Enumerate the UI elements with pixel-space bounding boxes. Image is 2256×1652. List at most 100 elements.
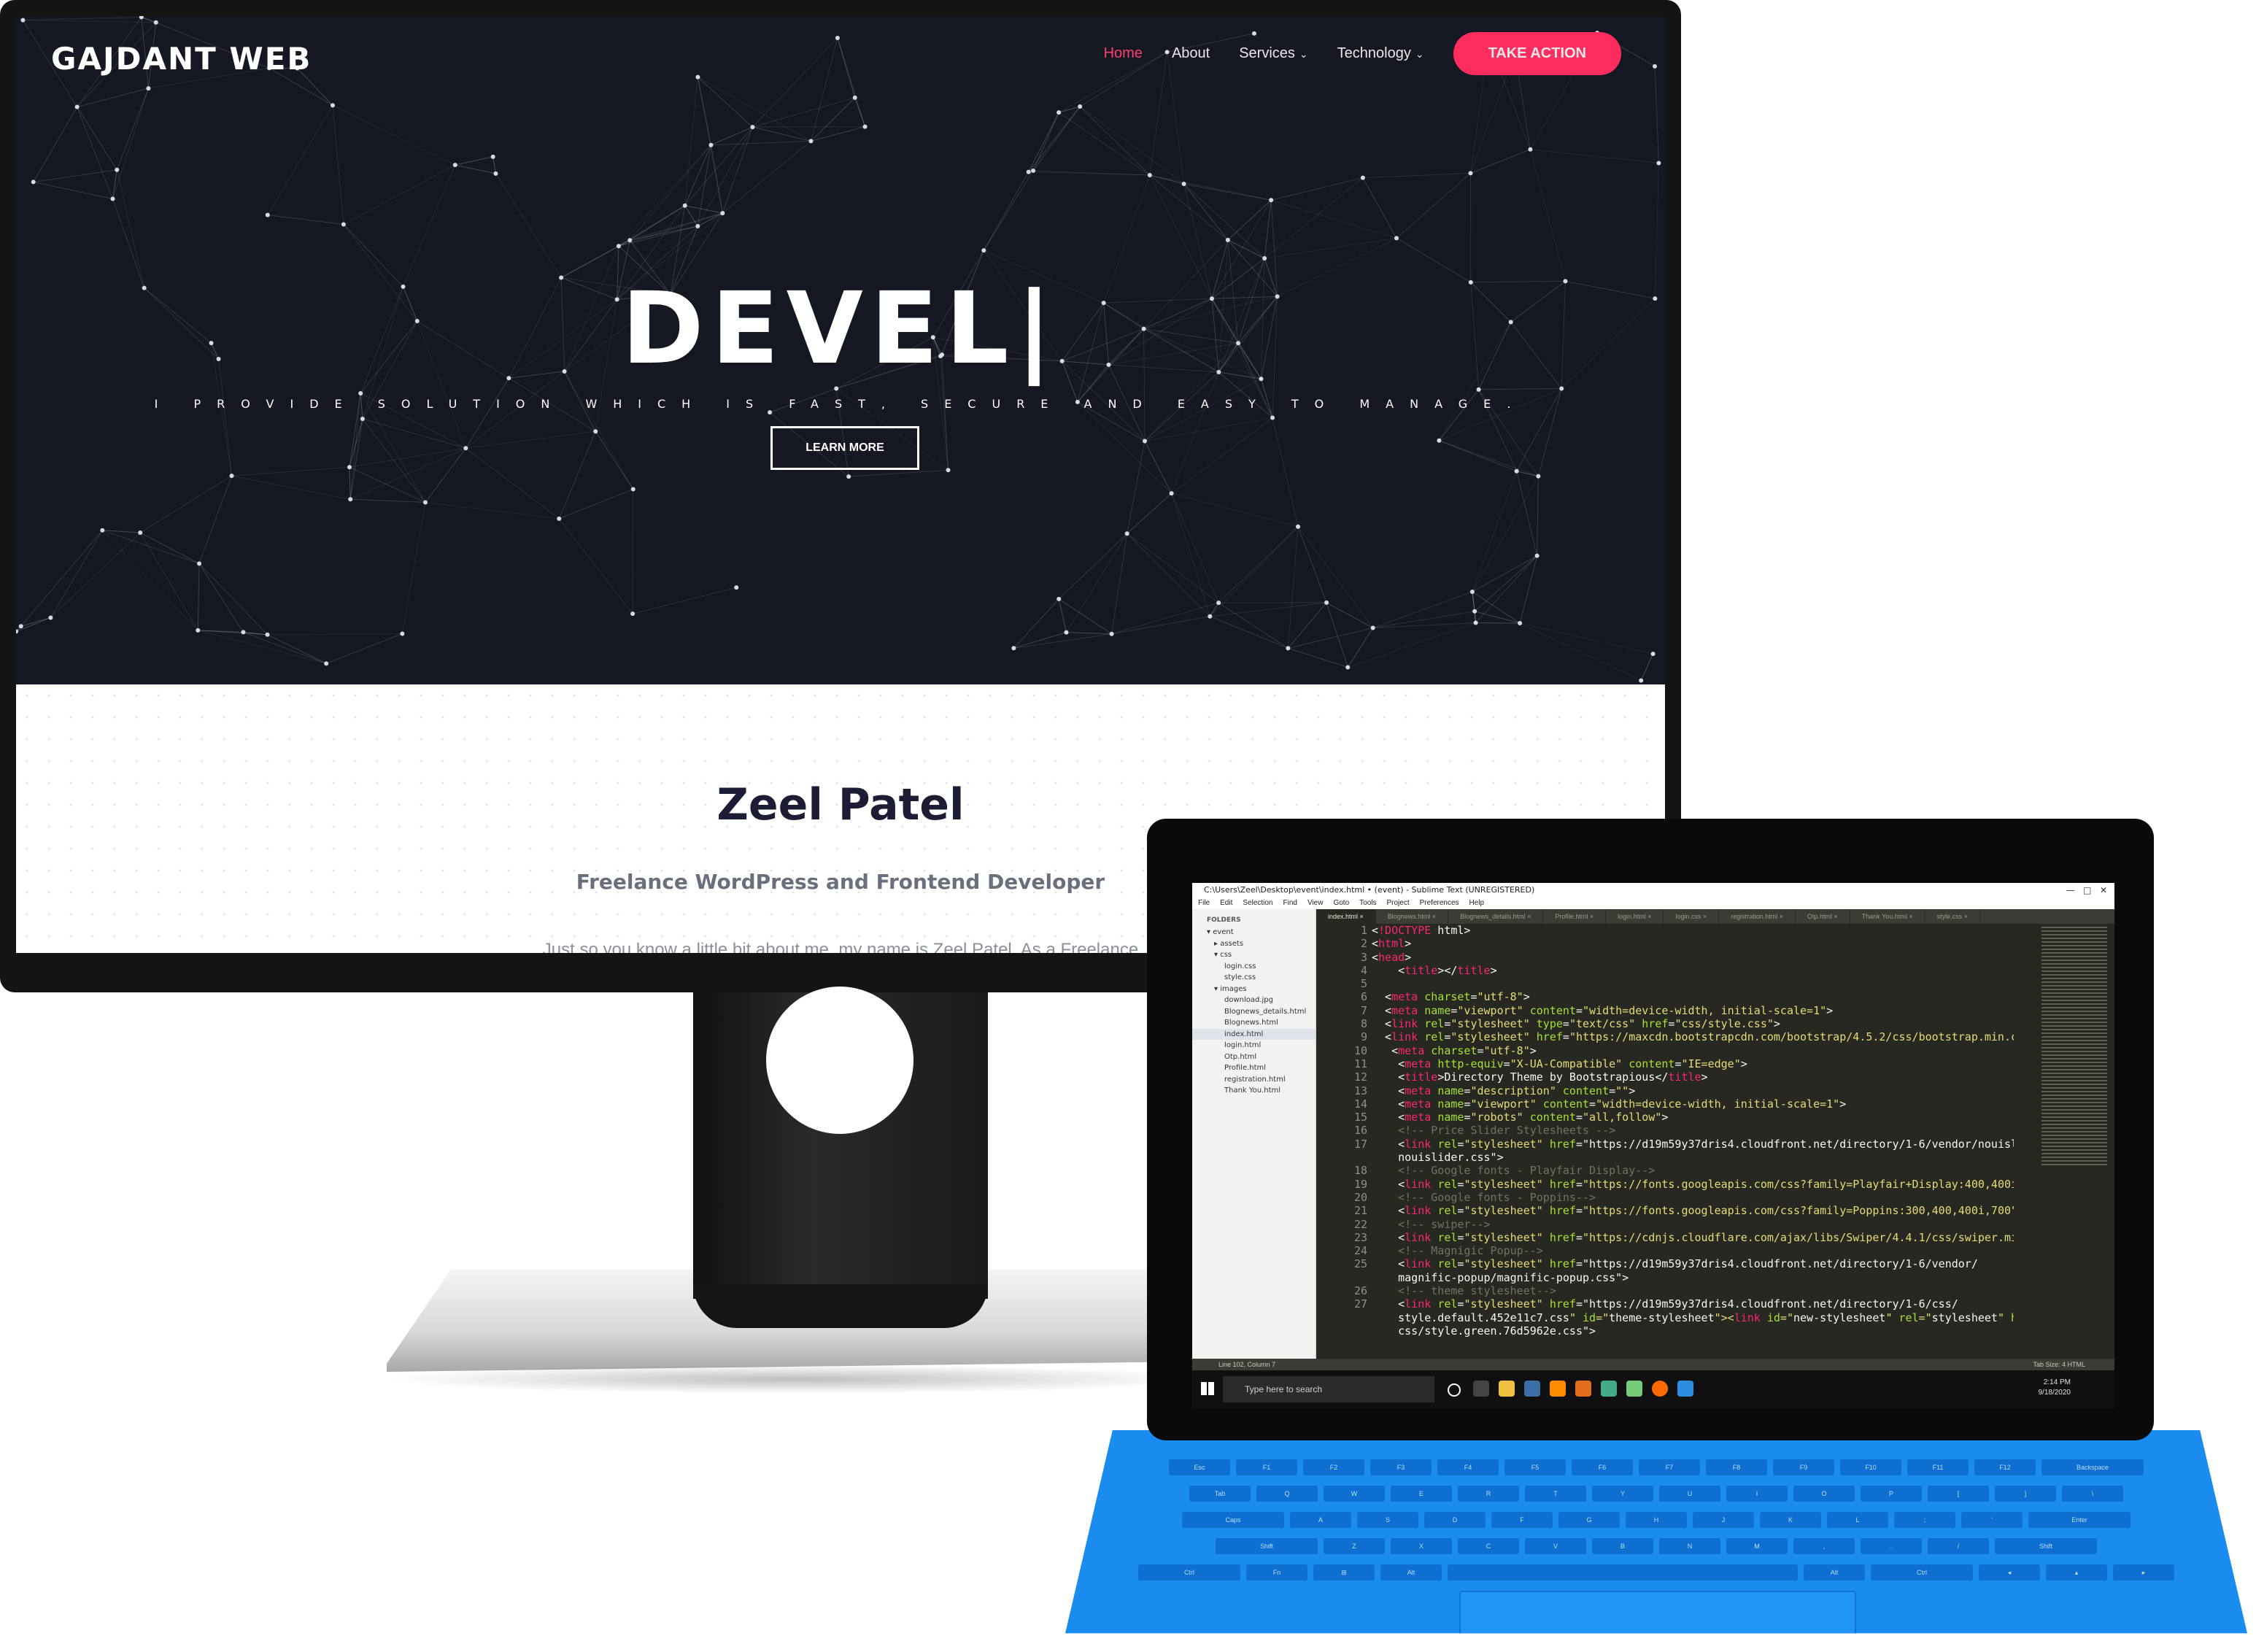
app-icon[interactable] <box>1677 1381 1693 1397</box>
menu-item[interactable]: Tools <box>1359 898 1376 909</box>
file-tree-item[interactable]: style.css <box>1192 972 1316 984</box>
keyboard-key[interactable]: T <box>1525 1486 1586 1502</box>
firefox-icon[interactable] <box>1652 1381 1668 1397</box>
keyboard-key[interactable]: F5 <box>1504 1459 1566 1475</box>
keyboard-key[interactable]: F10 <box>1840 1459 1901 1475</box>
keyboard-key[interactable]: F6 <box>1572 1459 1633 1475</box>
keyboard-key[interactable]: W <box>1324 1486 1385 1502</box>
editor-tab[interactable]: Profile.html × <box>1543 909 1606 924</box>
menu-item[interactable]: Selection <box>1243 898 1272 909</box>
keyboard-key[interactable]: . <box>1861 1538 1922 1554</box>
keyboard-key[interactable] <box>1448 1564 1798 1580</box>
keyboard-key[interactable]: ⊞ <box>1313 1564 1375 1580</box>
taskbar-search[interactable]: Type here to search <box>1223 1376 1434 1402</box>
sublime-text-icon[interactable] <box>1575 1381 1591 1397</box>
keyboard-key[interactable]: Fn <box>1246 1564 1307 1580</box>
keyboard-key[interactable]: ▴ <box>2046 1564 2107 1580</box>
editor-tab[interactable]: Otp.html × <box>1796 909 1850 924</box>
menu-item[interactable]: Find <box>1283 898 1297 909</box>
keyboard-key[interactable]: ▸ <box>2113 1564 2174 1580</box>
menu-item[interactable]: Preferences <box>1420 898 1459 909</box>
editor-tab[interactable]: Thank You.html × <box>1850 909 1925 924</box>
keyboard-key[interactable]: Alt <box>1380 1564 1442 1580</box>
keyboard-key[interactable]: F8 <box>1706 1459 1767 1475</box>
editor-tab[interactable]: Blognews_details.html × <box>1448 909 1543 924</box>
keyboard-key[interactable]: Tab <box>1189 1486 1251 1502</box>
keyboard-key[interactable]: , <box>1793 1538 1855 1554</box>
keyboard-key[interactable]: F <box>1491 1512 1553 1528</box>
nav-services[interactable]: Services⌄ <box>1239 45 1307 62</box>
keyboard-key[interactable]: F1 <box>1236 1459 1297 1475</box>
keyboard-key[interactable]: F11 <box>1907 1459 1969 1475</box>
keyboard-key[interactable]: Shift <box>1995 1538 2097 1554</box>
keyboard-key[interactable]: F7 <box>1639 1459 1700 1475</box>
keyboard-key[interactable]: Y <box>1592 1486 1653 1502</box>
take-action-button[interactable]: TAKE ACTION <box>1453 32 1621 75</box>
keyboard-key[interactable]: Ctrl <box>1871 1564 1973 1580</box>
menu-item[interactable]: Help <box>1469 898 1485 909</box>
keyboard-key[interactable]: Esc <box>1169 1459 1230 1475</box>
trackpad[interactable] <box>1459 1591 1856 1652</box>
keyboard-key[interactable]: F9 <box>1773 1459 1834 1475</box>
editor-tab[interactable]: registration.html × <box>1719 909 1796 924</box>
editor-tab[interactable]: style.css × <box>1925 909 1980 924</box>
file-tree-item[interactable]: ▾ images <box>1192 984 1316 995</box>
keyboard-key[interactable]: / <box>1928 1538 1989 1554</box>
nav-home[interactable]: Home <box>1104 45 1143 62</box>
file-tree-item[interactable]: ▾ event <box>1192 927 1316 938</box>
keyboard-key[interactable]: U <box>1659 1486 1720 1502</box>
keyboard-key[interactable]: C <box>1458 1538 1519 1554</box>
editor-tab[interactable]: Blognews.html × <box>1376 909 1448 924</box>
keyboard-key[interactable]: G <box>1558 1512 1620 1528</box>
nav-about[interactable]: About <box>1172 45 1210 62</box>
keyboard-key[interactable]: J <box>1693 1512 1754 1528</box>
system-tray[interactable]: 2:14 PM 9/18/2020 <box>2039 1378 2071 1398</box>
editor-tab[interactable]: login.html × <box>1606 909 1664 924</box>
cortana-icon[interactable] <box>1448 1383 1461 1397</box>
learn-more-button[interactable]: LEARN MORE <box>770 426 919 470</box>
keyboard-key[interactable]: P <box>1861 1486 1922 1502</box>
keyboard-key[interactable]: H <box>1626 1512 1687 1528</box>
editor-tab[interactable]: login.css × <box>1664 909 1719 924</box>
file-explorer-icon[interactable] <box>1499 1381 1515 1397</box>
keyboard-key[interactable]: L <box>1827 1512 1888 1528</box>
keyboard-key[interactable]: F4 <box>1437 1459 1499 1475</box>
keyboard-key[interactable]: E <box>1391 1486 1452 1502</box>
keyboard-key[interactable]: Enter <box>2028 1512 2131 1528</box>
keyboard-key[interactable]: ] <box>1995 1486 2056 1502</box>
file-tree-item[interactable]: login.css <box>1192 961 1316 973</box>
keyboard-key[interactable]: Q <box>1256 1486 1318 1502</box>
file-tree-item[interactable]: Blognews.html <box>1192 1017 1316 1029</box>
keyboard-key[interactable]: Caps <box>1182 1512 1284 1528</box>
menu-item[interactable]: View <box>1307 898 1324 909</box>
keyboard-key[interactable]: X <box>1391 1538 1452 1554</box>
keyboard-key[interactable]: B <box>1592 1538 1653 1554</box>
file-tree-item[interactable]: Thank You.html <box>1192 1085 1316 1097</box>
file-tree-item[interactable]: download.jpg <box>1192 995 1316 1006</box>
nav-technology[interactable]: Technology⌄ <box>1337 45 1424 62</box>
editor-tab[interactable]: index.html × <box>1316 909 1376 924</box>
keyboard-key[interactable]: [ <box>1928 1486 1989 1502</box>
app-icon[interactable] <box>1626 1381 1642 1397</box>
menu-item[interactable]: Goto <box>1333 898 1349 909</box>
keyboard-key[interactable]: R <box>1458 1486 1519 1502</box>
keyboard-key[interactable]: A <box>1290 1512 1351 1528</box>
keyboard-key[interactable]: ◂ <box>1979 1564 2040 1580</box>
windows-start-icon[interactable] <box>1201 1382 1214 1395</box>
file-tree-item[interactable]: index.html <box>1192 1029 1316 1041</box>
keyboard-key[interactable]: V <box>1525 1538 1586 1554</box>
code-area[interactable]: <!DOCTYPE html><html><head> <title></tit… <box>1372 924 2014 1359</box>
keyboard-key[interactable]: N <box>1659 1538 1720 1554</box>
keyboard-key[interactable]: \ <box>2062 1486 2123 1502</box>
keyboard-key[interactable]: Backspace <box>2041 1459 2144 1475</box>
file-tree-item[interactable]: ▾ css <box>1192 949 1316 961</box>
keyboard-key[interactable]: Z <box>1324 1538 1385 1554</box>
file-tree-item[interactable]: Profile.html <box>1192 1062 1316 1074</box>
file-tree-item[interactable]: ▸ assets <box>1192 938 1316 950</box>
menu-item[interactable]: Edit <box>1220 898 1232 909</box>
keyboard-key[interactable]: F12 <box>1974 1459 2036 1475</box>
window-controls[interactable]: — □ ✕ <box>2066 883 2107 898</box>
keyboard-key[interactable]: Alt <box>1804 1564 1865 1580</box>
minimap[interactable] <box>2041 927 2107 1167</box>
keyboard-key[interactable]: F3 <box>1370 1459 1432 1475</box>
